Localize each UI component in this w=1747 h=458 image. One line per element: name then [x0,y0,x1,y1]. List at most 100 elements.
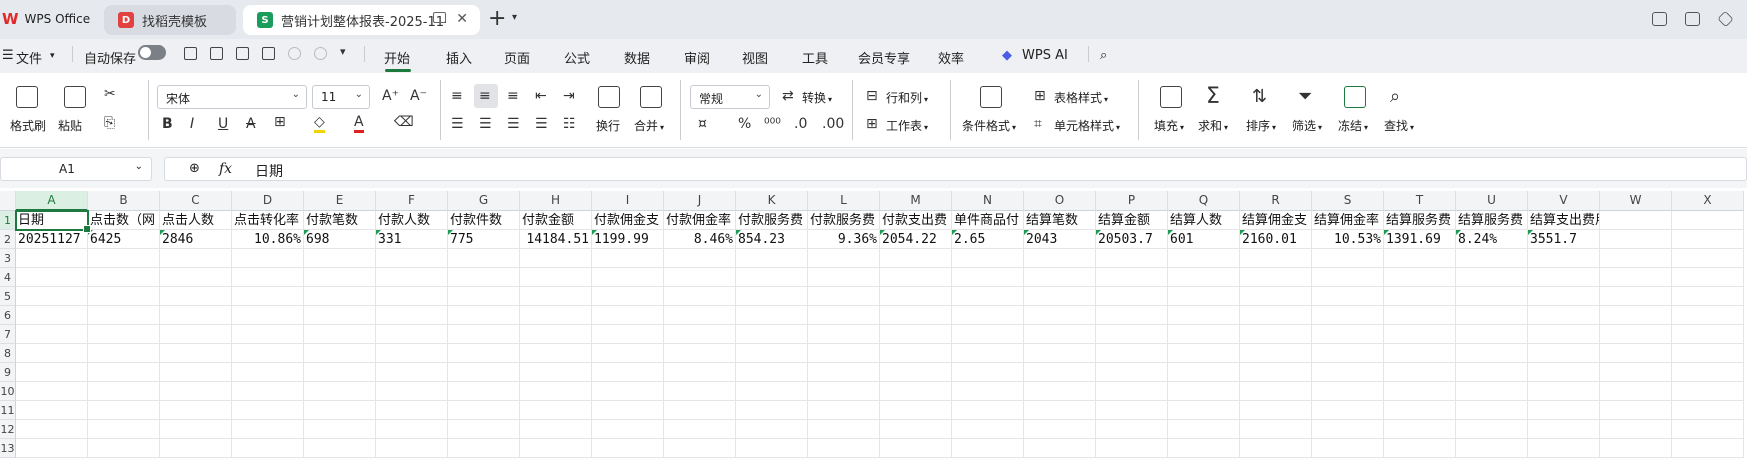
save-icon[interactable] [184,47,197,60]
cell-V11[interactable] [1528,401,1600,420]
cell-E9[interactable] [304,363,376,382]
column-header[interactable]: W [1600,191,1672,211]
cell-N10[interactable] [952,382,1024,401]
cell-I7[interactable] [592,325,664,344]
align-right-icon[interactable]: ☰ [507,116,520,132]
cell-K13[interactable] [736,439,808,458]
cut-icon[interactable]: ✂ [104,86,116,102]
print-icon[interactable] [236,47,249,60]
cell-T4[interactable] [1384,268,1456,287]
row-header[interactable]: 12 [0,420,16,439]
cell-A10[interactable] [16,382,88,401]
cell-V13[interactable] [1528,439,1600,458]
cell-P13[interactable] [1096,439,1168,458]
cell-V6[interactable] [1528,306,1600,325]
cell-F6[interactable] [376,306,448,325]
column-header[interactable]: M [880,191,952,211]
column-header[interactable]: Q [1168,191,1240,211]
menu-item-home[interactable]: 开始 [384,48,410,67]
cell-O4[interactable] [1024,268,1096,287]
cell-F12[interactable] [376,420,448,439]
cell-O3[interactable] [1024,249,1096,268]
cell-T11[interactable] [1384,401,1456,420]
cell-M3[interactable] [880,249,952,268]
cell-B11[interactable] [88,401,160,420]
cell-R11[interactable] [1240,401,1312,420]
cell-G5[interactable] [448,287,520,306]
cell-A11[interactable] [16,401,88,420]
tab-docer-templates[interactable]: D 找稻壳模板 [104,5,236,35]
cell-N8[interactable] [952,344,1024,363]
cell-T10[interactable] [1384,382,1456,401]
font-name-select[interactable]: 宋体 ⌄ [157,85,307,109]
cell-M2[interactable]: 2054.22 [880,230,952,249]
cell-U6[interactable] [1456,306,1528,325]
cell-O13[interactable] [1024,439,1096,458]
cell-B13[interactable] [88,439,160,458]
cell-H1[interactable]: 付款金额 [520,211,592,230]
cell-J2[interactable]: 8.46% [664,230,736,249]
percent-icon[interactable]: % [738,116,751,132]
cell-E2[interactable]: 698 [304,230,376,249]
chevron-down-icon[interactable]: ▾ [50,51,55,61]
zoom-icon[interactable]: ⊕ [189,161,200,176]
cell-C9[interactable] [160,363,232,382]
cell-U7[interactable] [1456,325,1528,344]
cell-T3[interactable] [1384,249,1456,268]
cell-W10[interactable] [1600,382,1672,401]
menu-item-tools[interactable]: 工具 [802,48,828,67]
cell-L4[interactable] [808,268,880,287]
cell-X12[interactable] [1672,420,1744,439]
freeze-button[interactable]: 冻结 ▾ [1338,117,1368,134]
cell-P7[interactable] [1096,325,1168,344]
format-painter-button[interactable]: 格式刷 [10,117,46,134]
conditional-format-icon[interactable] [980,86,1002,108]
column-header[interactable]: B [88,191,160,211]
decrease-decimal-icon[interactable]: .00 [822,116,844,132]
cell-I5[interactable] [592,287,664,306]
cell-P1[interactable]: 结算金额 [1096,211,1168,230]
cell-D7[interactable] [232,325,304,344]
cell-G6[interactable] [448,306,520,325]
menu-item-data[interactable]: 数据 [624,48,650,67]
cell-K2[interactable]: 854.23 [736,230,808,249]
cell-E4[interactable] [304,268,376,287]
clear-format-icon[interactable]: ⌫ [394,114,414,130]
cell-D3[interactable] [232,249,304,268]
cell-V7[interactable] [1528,325,1600,344]
cell-S3[interactable] [1312,249,1384,268]
cell-Q6[interactable] [1168,306,1240,325]
monitor-icon[interactable] [433,12,446,23]
cell-P6[interactable] [1096,306,1168,325]
cell-S1[interactable]: 结算佣金率 [1312,211,1384,230]
cell-S4[interactable] [1312,268,1384,287]
font-color-icon[interactable]: A [354,114,364,133]
column-header[interactable]: T [1384,191,1456,211]
cell-J11[interactable] [664,401,736,420]
cell-E3[interactable] [304,249,376,268]
file-menu[interactable]: 文件 [16,48,42,67]
cell-S13[interactable] [1312,439,1384,458]
cell-J3[interactable] [664,249,736,268]
number-format-select[interactable]: 常规 ⌄ [690,85,770,109]
new-tab-icon[interactable]: + [488,6,506,31]
cell-J8[interactable] [664,344,736,363]
cell-S5[interactable] [1312,287,1384,306]
cell-D4[interactable] [232,268,304,287]
cell-T7[interactable] [1384,325,1456,344]
cell-K11[interactable] [736,401,808,420]
cell-C12[interactable] [160,420,232,439]
cell-C7[interactable] [160,325,232,344]
cell-F10[interactable] [376,382,448,401]
cell-style-icon[interactable]: ⌗ [1034,116,1042,132]
restore-window-icon[interactable] [1685,12,1700,26]
cell-F1[interactable]: 付款人数 [376,211,448,230]
cell-S12[interactable] [1312,420,1384,439]
cell-N1[interactable]: 单件商品付 [952,211,1024,230]
cell-F5[interactable] [376,287,448,306]
cell-U2[interactable]: 8.24% [1456,230,1528,249]
cell-N3[interactable] [952,249,1024,268]
cell-M9[interactable] [880,363,952,382]
cell-K3[interactable] [736,249,808,268]
cell-N6[interactable] [952,306,1024,325]
